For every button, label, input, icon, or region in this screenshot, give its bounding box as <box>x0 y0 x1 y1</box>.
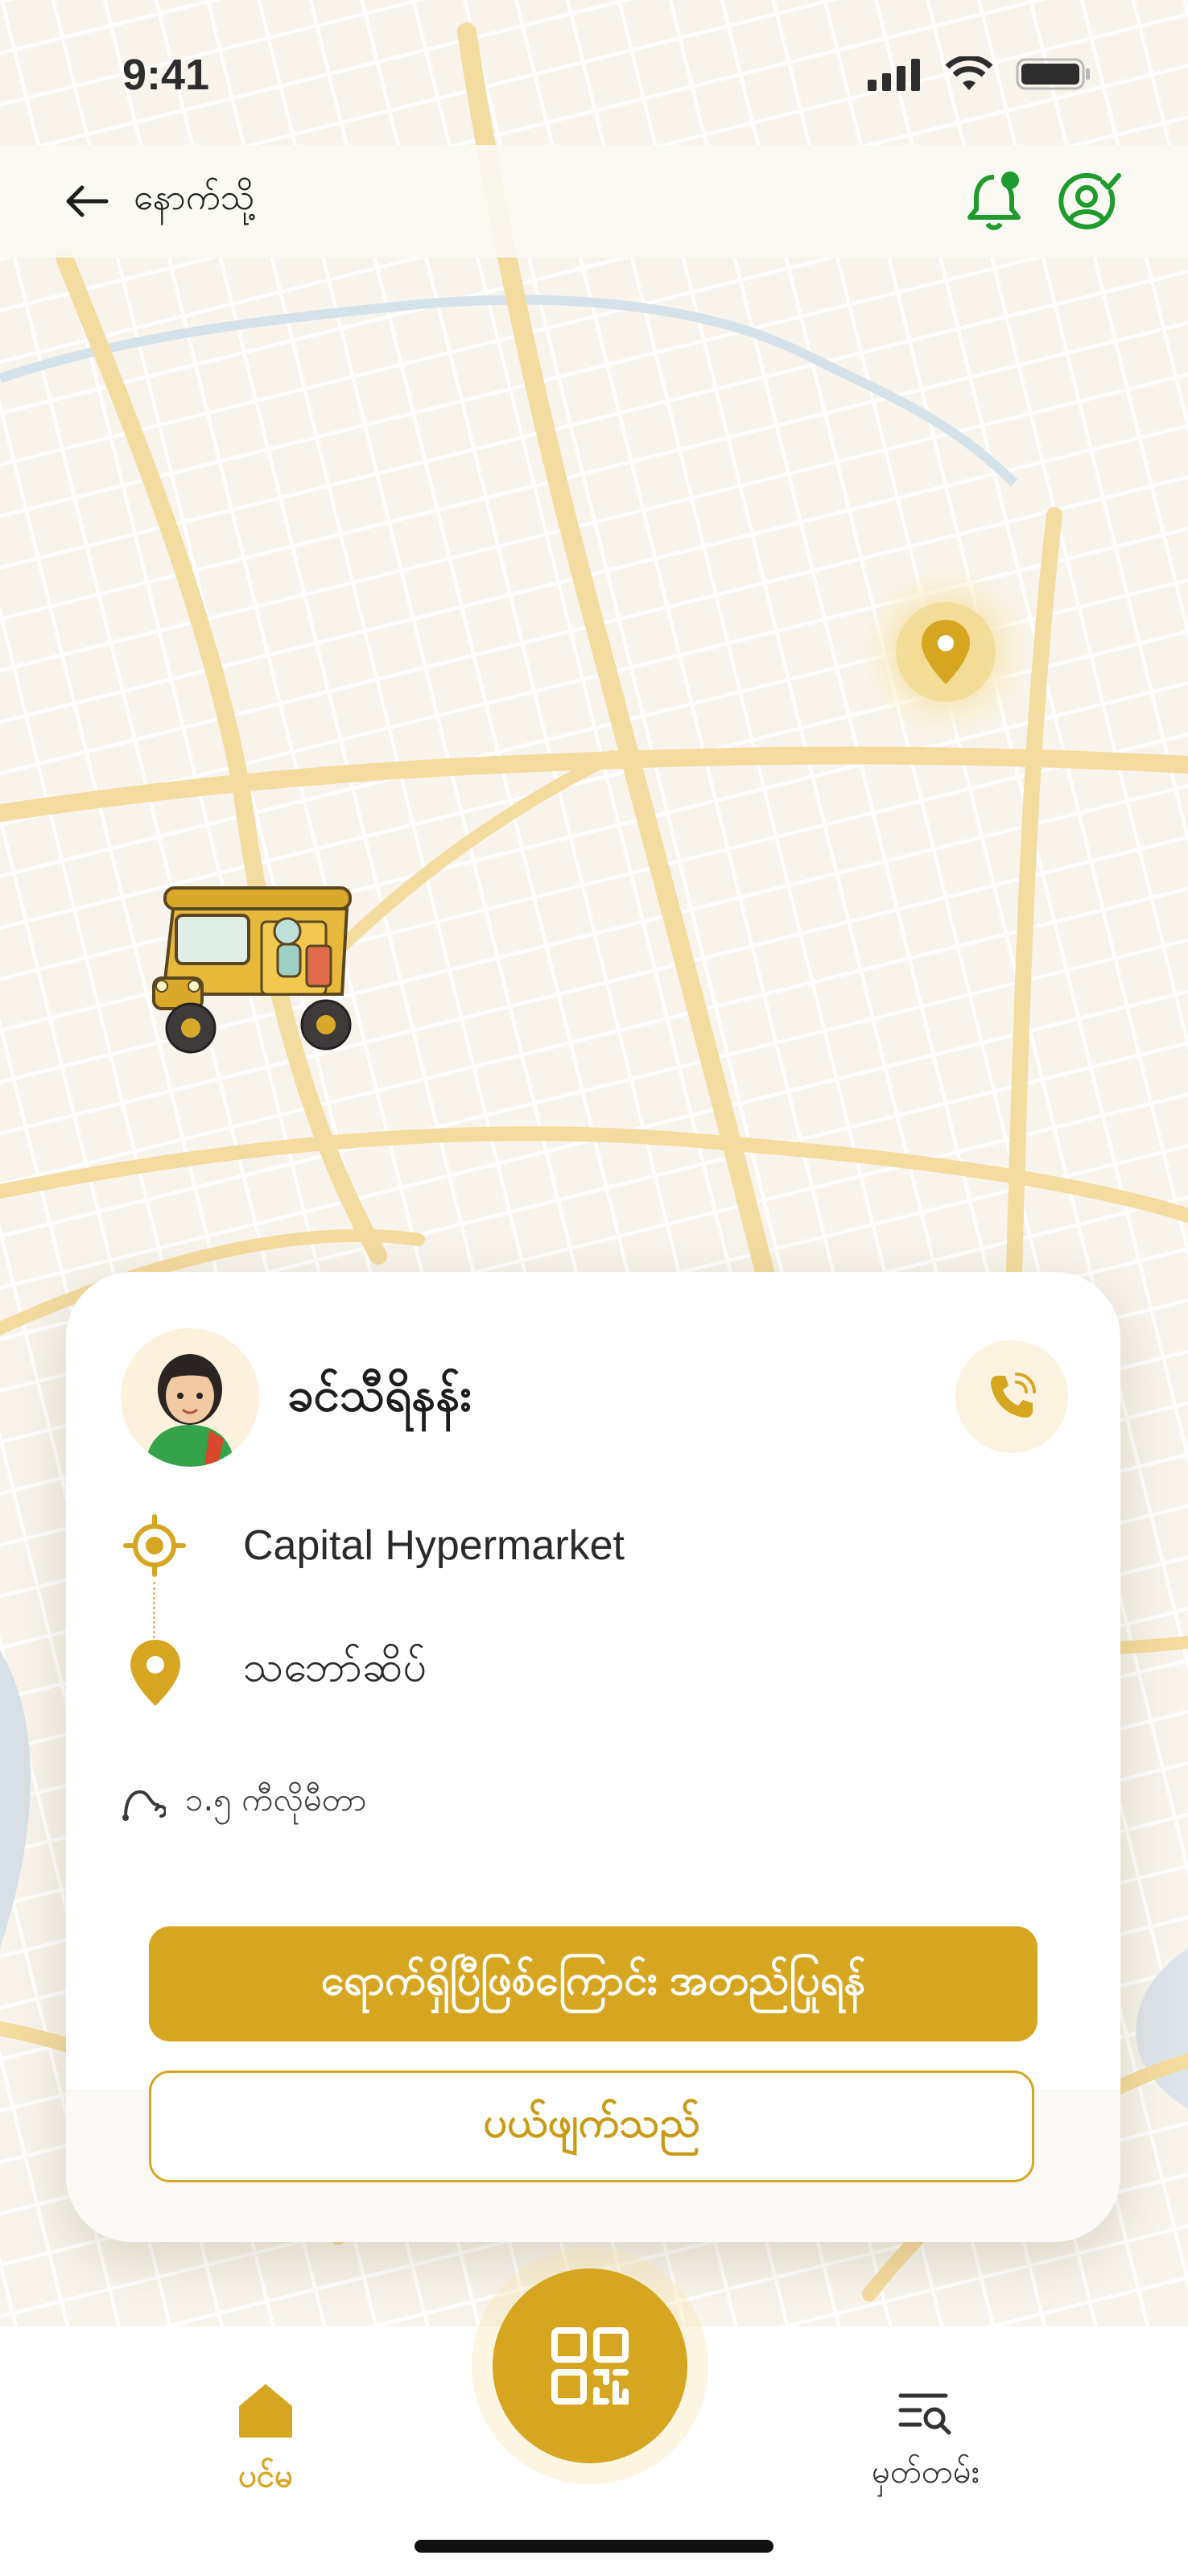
status-icons <box>868 56 1091 92</box>
dropoff-pin-icon <box>130 1640 180 1706</box>
trip-card: ခင်သီရိနန်း Capital Hypermarket သဘော်ဆိပ… <box>66 1272 1120 2242</box>
home-icon <box>239 2384 292 2438</box>
bell-icon <box>967 171 1021 230</box>
wifi-icon <box>945 56 993 90</box>
call-driver-button[interactable] <box>955 1340 1068 1453</box>
distance-row: ၁.၅ ကီလိုမီတာ <box>121 1779 366 1827</box>
battery-icon <box>1016 58 1090 90</box>
home-indicator <box>415 2540 773 2553</box>
driver-tuktuk-icon <box>152 886 352 1054</box>
destination-marker-icon[interactable] <box>857 564 1034 741</box>
confirm-arrival-button[interactable]: ရောက်ရှိပြီဖြစ်ကြောင်း အတည်ပြုရန် <box>149 1926 1037 2041</box>
status-bar: 9:41 <box>0 0 1188 145</box>
arrow-left-icon <box>66 185 109 217</box>
pickup-location-icon <box>123 1514 186 1577</box>
nav-history-label: မှတ်တမ်း <box>872 2454 980 2491</box>
top-bar: နောက်သို့ <box>0 145 1188 258</box>
ride-screen: 9:41 နောက်သို့ ခင်သီရိနန်း Capital Hyper… <box>0 0 1188 2576</box>
qr-code-icon <box>551 2327 629 2405</box>
route-distance-icon <box>122 1790 166 1821</box>
pickup-address: Capital Hypermarket <box>243 1522 625 1569</box>
qr-scan-button[interactable] <box>493 2268 687 2463</box>
nav-item-home[interactable]: ပင်မ <box>217 2359 314 2496</box>
driver-name: ခင်သီရိနန်း <box>287 1367 472 1422</box>
nav-item-history[interactable]: မှတ်တမ်း <box>845 2359 1006 2496</box>
profile-button[interactable] <box>1054 167 1122 235</box>
trip-distance: ၁.၅ ကီလိုမီတာ <box>185 1781 367 1818</box>
nav-home-label: ပင်မ <box>238 2458 293 2495</box>
driver-avatar-icon <box>121 1328 259 1467</box>
phone-call-icon <box>991 1373 1036 1418</box>
back-button[interactable]: နောက်သို့ <box>64 169 254 233</box>
list-search-icon <box>898 2393 951 2435</box>
user-check-icon <box>1058 172 1121 229</box>
driver-avatar <box>121 1328 259 1467</box>
cellular-signal-icon <box>868 59 920 91</box>
back-label: နောက်သို့ <box>134 177 255 218</box>
notification-button[interactable] <box>962 167 1029 235</box>
status-time: 9:41 <box>122 51 210 99</box>
dropoff-address: သဘော်ဆိပ် <box>243 1643 427 1691</box>
cancel-button[interactable]: ပယ်ဖျက်သည် <box>149 2070 1034 2182</box>
